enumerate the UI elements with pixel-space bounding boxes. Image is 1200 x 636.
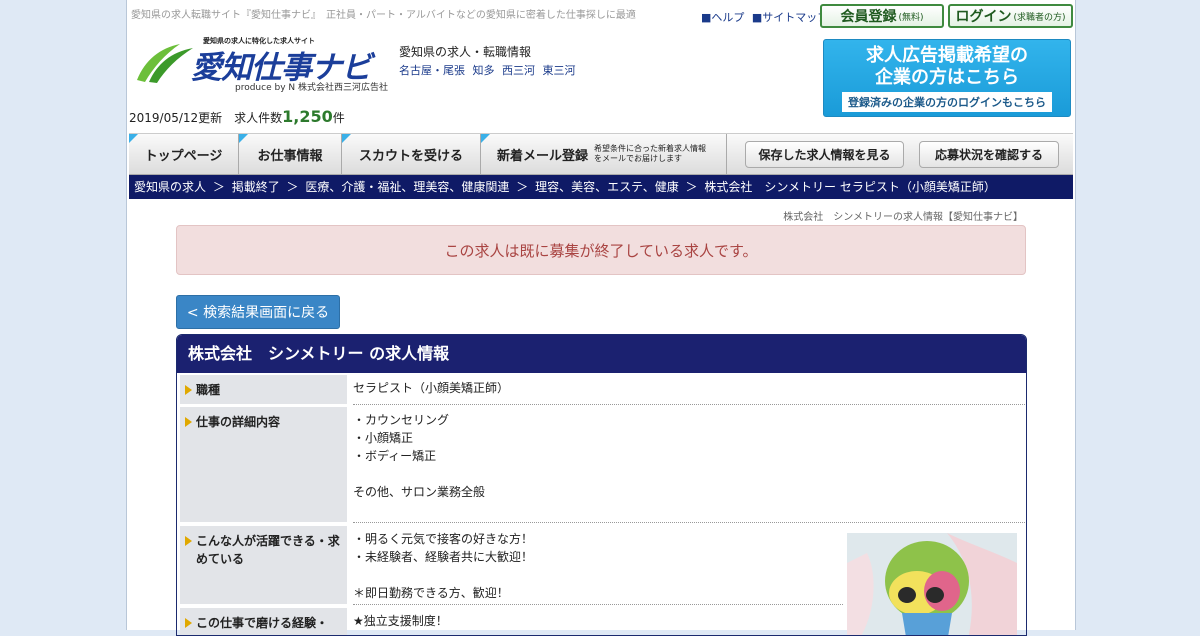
employer-ad-banner[interactable]: 求人広告掲載希望の 企業の方はこちら 登録済みの企業の方のログインもこちら <box>823 39 1071 117</box>
row-value: ★独立支援制度！ <box>353 608 843 635</box>
mail-note: 希望条件に合った新着求人情報をメールでお届けします <box>594 144 706 163</box>
region-link[interactable]: 東三河 <box>543 64 576 77</box>
row-label: この仕事で磨ける経験・ <box>180 608 347 635</box>
nav-tab-top[interactable]: トップページ <box>129 134 239 174</box>
page-subtitle: 株式会社 シンメトリーの求人情報【愛知仕事ナビ】 <box>783 212 1023 223</box>
top-links: ■ヘルプ ■サイトマップ <box>701 9 832 25</box>
application-status-button[interactable]: 応募状況を確認する <box>919 141 1059 168</box>
value-line: ・明るく元気で接客の好きな方！ <box>353 532 534 546</box>
value-line: ＊即日勤務できる方、歓迎！ <box>353 586 509 600</box>
help-link[interactable]: ■ヘルプ <box>701 11 744 24</box>
value-line: セラピスト（小顔美矯正師） <box>353 381 510 395</box>
region-link[interactable]: 知多 <box>473 64 495 77</box>
job-photo <box>847 533 1017 635</box>
ad-line-1: 求人広告掲載希望の <box>866 45 1028 66</box>
region-links: 名古屋・尾張 知多 西三河 東三河 <box>399 62 580 78</box>
nav-tab-scout[interactable]: スカウトを受ける <box>342 134 481 174</box>
sitemap-link[interactable]: ■サイトマップ <box>752 11 828 24</box>
breadcrumb-item[interactable]: 理容、美容、エステ、健康 <box>535 180 679 194</box>
job-info-title: 株式会社 シンメトリー の求人情報 <box>177 335 1026 373</box>
count-unit: 件 <box>332 111 345 125</box>
breadcrumb-separator: ＞ <box>685 180 698 194</box>
site-tagline: 愛知県の求人転職サイト『愛知仕事ナビ』 正社員・パート・アルバイトなどの愛知県に… <box>131 10 636 21</box>
row-value: ・カウンセリング ・小顔矯正 ・ボディー矯正 その他、サロン業務全般 <box>353 407 1025 523</box>
value-line <box>353 465 1025 483</box>
site-logo[interactable]: 愛知県の求人に特化した求人サイト 愛知仕事ナビ produce by N 株式会… <box>135 36 388 94</box>
nav-tab-label: お仕事情報 <box>257 148 323 164</box>
nav-tab-mail[interactable]: 新着メール登録 希望条件に合った新着求人情報をメールでお届けします <box>481 134 727 174</box>
breadcrumb-current: 株式会社 シンメトリー セラピスト（小顔美矯正師） <box>704 180 996 194</box>
breadcrumb-item[interactable]: 愛知県の求人 <box>134 180 206 194</box>
login-sub: (求職者の方) <box>1013 12 1066 23</box>
value-line <box>353 566 843 584</box>
breadcrumb-separator: ＞ <box>212 180 225 194</box>
breadcrumb-separator: ＞ <box>286 180 299 194</box>
value-line: その他、サロン業務全般 <box>353 485 486 499</box>
value-line: ・小顔矯正 <box>353 431 414 445</box>
member-register-button[interactable]: 会員登録 (無料) <box>820 4 944 28</box>
job-count: 1,250 <box>282 107 333 126</box>
breadcrumb-separator: ＞ <box>516 180 529 194</box>
leaf-logo-icon <box>137 44 193 83</box>
page: 愛知県の求人転職サイト『愛知仕事ナビ』 正社員・パート・アルバイトなどの愛知県に… <box>126 0 1076 636</box>
site-description: 愛知県の求人・転職情報 <box>399 45 532 59</box>
region-link[interactable]: 名古屋・尾張 <box>399 64 465 77</box>
value-line: ・未経験者、経験者共に大歓迎！ <box>353 550 534 564</box>
nav-tab-label: 新着メール登録 <box>496 148 588 164</box>
skull-model-image <box>847 533 1017 635</box>
main-nav: トップページ お仕事情報 スカウトを受ける 新着メール登録 希望条件に合った新着求… <box>129 133 1073 175</box>
update-info: 2019/05/12更新 求人件数1,250件 <box>129 107 345 126</box>
row-label: 仕事の詳細内容 <box>180 407 347 522</box>
value-line: ★独立支援制度！ <box>353 614 448 628</box>
job-ended-notice: この求人は既に募集が終了している求人です。 <box>176 225 1026 275</box>
login-button[interactable]: ログイン (求職者の方) <box>948 4 1073 28</box>
nav-tab-label: スカウトを受ける <box>358 148 463 164</box>
row-value: ・明るく元気で接客の好きな方！ ・未経験者、経験者共に大歓迎！ ＊即日勤務できる… <box>353 526 843 605</box>
saved-jobs-button[interactable]: 保存した求人情報を見る <box>745 141 904 168</box>
login-label: ログイン <box>955 9 1012 25</box>
nav-tab-label: トップページ <box>144 148 223 164</box>
ad-line-2: 企業の方はこちら <box>875 67 1019 88</box>
updated-text: 2019/05/12更新 求人件数 <box>129 111 283 125</box>
breadcrumb-item[interactable]: 掲載終了 <box>232 180 280 194</box>
back-to-results-button[interactable]: < 検索結果画面に戻る <box>176 295 340 329</box>
value-line: ・カウンセリング <box>353 413 450 427</box>
value-line: ・ボディー矯正 <box>353 449 437 463</box>
row-label: 職種 <box>180 375 347 404</box>
nav-tab-jobs[interactable]: お仕事情報 <box>239 134 342 174</box>
breadcrumb: 愛知県の求人 ＞ 掲載終了 ＞ 医療、介護・福祉、理美容、健康関連 ＞ 理容、美… <box>129 175 1073 199</box>
row-value: セラピスト（小顔美矯正師） <box>353 375 1025 405</box>
logo-produce-by: produce by N 株式会社西三河広告社 <box>235 83 388 93</box>
employer-login-link[interactable]: 登録済みの企業の方のログインもこちら <box>842 92 1052 112</box>
region-link[interactable]: 西三河 <box>502 64 535 77</box>
member-register-sub: (無料) <box>898 12 924 23</box>
breadcrumb-item[interactable]: 医療、介護・福祉、理美容、健康関連 <box>305 180 509 194</box>
member-register-label: 会員登録 <box>840 9 897 25</box>
job-info-panel: 株式会社 シンメトリー の求人情報 職種 セラピスト（小顔美矯正師） 仕事の詳細… <box>176 334 1027 636</box>
row-label: こんな人が活躍できる・求めている <box>180 526 347 604</box>
